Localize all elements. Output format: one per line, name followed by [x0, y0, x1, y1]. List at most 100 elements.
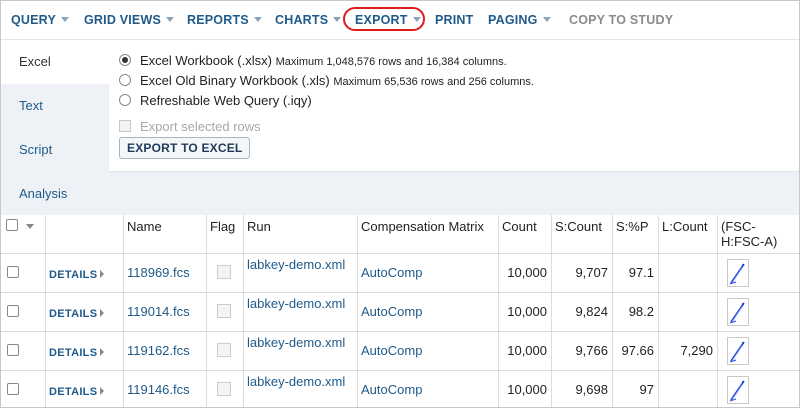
run-link[interactable]: labkey-demo.xml [247, 296, 345, 311]
plot-graphic [729, 380, 745, 402]
chevron-down-icon[interactable] [26, 224, 34, 229]
row-checkbox[interactable] [7, 344, 19, 356]
paging-label: PAGING [488, 13, 538, 27]
run-cell: labkey-demo.xml [243, 293, 357, 331]
col-header-fsc-h-fsc-a[interactable]: (FSC-H:FSC-A) [717, 215, 799, 253]
col-header-l-count[interactable]: L:Count [658, 215, 717, 253]
paging-menu[interactable]: PAGING [488, 1, 551, 39]
copy-to-study-label: COPY TO STUDY [569, 13, 674, 27]
flag-icon[interactable] [217, 304, 231, 318]
reports-menu[interactable]: REPORTS [187, 1, 262, 39]
query-menu[interactable]: QUERY [11, 1, 69, 39]
compensation-link[interactable]: AutoComp [361, 304, 422, 319]
file-name-link[interactable]: 119146.fcs [127, 382, 190, 397]
export-panel: Excel Text Script Analysis Excel Workboo… [1, 39, 799, 216]
file-name-link[interactable]: 118969.fcs [127, 265, 190, 280]
s-p-cell: 97.66 [612, 332, 658, 370]
plot-graphic [729, 341, 745, 363]
col-header-s-count[interactable]: S:Count [551, 215, 612, 253]
radio-iqy[interactable] [119, 94, 131, 106]
chevron-down-icon [166, 17, 175, 22]
details-cell: DETAILS [45, 371, 123, 407]
caret-right-icon [100, 387, 105, 395]
select-all-checkbox[interactable] [6, 219, 18, 231]
option-xls[interactable]: Excel Old Binary Workbook (.xls) Maximum… [119, 71, 534, 91]
radio-xls[interactable] [119, 74, 131, 86]
chevron-down-icon [542, 17, 551, 22]
details-cell: DETAILS [45, 254, 123, 292]
col-header-flag[interactable]: Flag [206, 215, 243, 253]
tab-excel[interactable]: Excel [1, 40, 109, 84]
details-link[interactable]: DETAILS [49, 308, 97, 320]
run-link[interactable]: labkey-demo.xml [247, 257, 345, 272]
file-name-link[interactable]: 119014.fcs [127, 304, 190, 319]
print-button[interactable]: PRINT [435, 1, 474, 39]
tab-text[interactable]: Text [1, 84, 109, 128]
graph-cell [717, 371, 799, 407]
plot-graphic [729, 302, 745, 324]
scatter-plot-thumbnail-icon[interactable] [727, 259, 749, 287]
option-xls-note: Maximum 65,536 rows and 256 columns. [333, 76, 534, 88]
copy-to-study-button: COPY TO STUDY [569, 1, 673, 39]
option-xls-label: Excel Old Binary Workbook (.xls) [140, 73, 330, 88]
graph-cell [717, 332, 799, 370]
export-selected-label: Export selected rows [140, 119, 261, 134]
row-checkbox[interactable] [7, 305, 19, 317]
details-link[interactable]: DETAILS [49, 269, 97, 281]
charts-label: CHARTS [275, 13, 329, 27]
scatter-plot-thumbnail-icon[interactable] [727, 337, 749, 365]
col-header-compensation-matrix[interactable]: Compensation Matrix [357, 215, 498, 253]
charts-menu[interactable]: CHARTS [275, 1, 342, 39]
name-cell: 118969.fcs [123, 254, 206, 292]
run-link[interactable]: labkey-demo.xml [247, 374, 345, 389]
l-count-cell [658, 371, 717, 407]
details-link[interactable]: DETAILS [49, 347, 97, 359]
grid-views-label: GRID VIEWS [84, 13, 162, 27]
run-link[interactable]: labkey-demo.xml [247, 335, 345, 350]
col-header-run[interactable]: Run [243, 215, 357, 253]
radio-xlsx[interactable] [119, 54, 131, 66]
graph-cell [717, 293, 799, 331]
table-row: DETAILS 119014.fcs labkey-demo.xml AutoComp… [1, 293, 799, 332]
name-cell: 119014.fcs [123, 293, 206, 331]
row-checkbox[interactable] [7, 266, 19, 278]
grid-views-menu[interactable]: GRID VIEWS [84, 1, 175, 39]
details-link[interactable]: DETAILS [49, 386, 97, 398]
flag-cell [206, 371, 243, 407]
export-highlight-ring [343, 7, 425, 31]
run-cell: labkey-demo.xml [243, 332, 357, 370]
col-header-count[interactable]: Count [498, 215, 551, 253]
flag-cell [206, 332, 243, 370]
compensation-link[interactable]: AutoComp [361, 265, 422, 280]
excel-options: Excel Workbook (.xlsx) Maximum 1,048,576… [109, 40, 799, 172]
compensation-link[interactable]: AutoComp [361, 382, 422, 397]
tab-script[interactable]: Script [1, 128, 109, 172]
file-name-link[interactable]: 119162.fcs [127, 343, 190, 358]
flag-icon[interactable] [217, 382, 231, 396]
s-p-cell: 98.2 [612, 293, 658, 331]
scatter-plot-thumbnail-icon[interactable] [727, 376, 749, 404]
s-p-cell: 97.1 [612, 254, 658, 292]
grid-header-row: Name Flag Run Compensation Matrix Count … [1, 215, 799, 254]
compensation-link[interactable]: AutoComp [361, 343, 422, 358]
export-selected-checkbox [119, 120, 131, 132]
table-row: DETAILS 119146.fcs labkey-demo.xml AutoComp… [1, 371, 799, 407]
s-count-cell: 9,824 [551, 293, 612, 331]
export-to-excel-button[interactable]: EXPORT TO EXCEL [119, 137, 251, 159]
tab-analysis[interactable]: Analysis [1, 172, 109, 216]
col-header-s-p[interactable]: S:%P [612, 215, 658, 253]
option-xlsx[interactable]: Excel Workbook (.xlsx) Maximum 1,048,576… [119, 51, 507, 71]
scatter-plot-thumbnail-icon[interactable] [727, 298, 749, 326]
option-iqy[interactable]: Refreshable Web Query (.iqy) [119, 91, 312, 111]
flag-cell [206, 293, 243, 331]
flag-icon[interactable] [217, 265, 231, 279]
flag-icon[interactable] [217, 343, 231, 357]
grid-toolbar: QUERY GRID VIEWS REPORTS CHARTS EXPORT P… [1, 1, 799, 39]
comp-cell: AutoComp [357, 371, 498, 407]
count-cell: 10,000 [498, 332, 551, 370]
s-count-cell: 9,698 [551, 371, 612, 407]
row-select-cell [1, 332, 45, 370]
row-checkbox[interactable] [7, 383, 19, 395]
l-count-cell [658, 293, 717, 331]
col-header-name[interactable]: Name [123, 215, 206, 253]
